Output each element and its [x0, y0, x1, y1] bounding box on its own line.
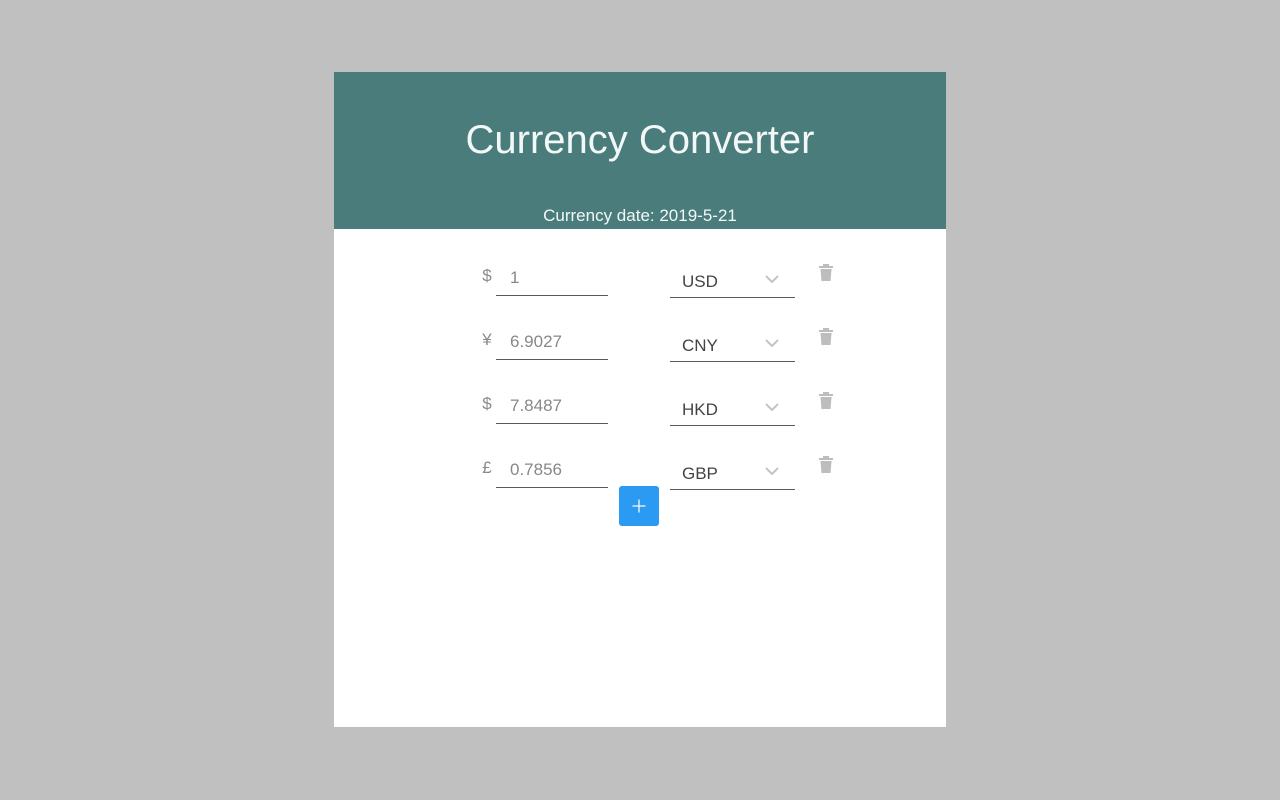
currency-symbol: $	[482, 394, 492, 413]
currency-symbol: £	[482, 458, 492, 477]
currency-select[interactable]: USD	[670, 260, 795, 298]
currency-code: GBP	[682, 464, 718, 483]
chevron-down-icon	[765, 403, 779, 412]
currency-row: $ USD	[334, 246, 946, 300]
currency-symbol: ¥	[482, 330, 492, 349]
page-title: Currency Converter	[465, 118, 815, 162]
trash-icon[interactable]	[818, 456, 834, 474]
currency-code: USD	[682, 272, 718, 291]
currency-date: Currency date: 2019-5-21	[543, 206, 737, 225]
amount-input[interactable]	[496, 452, 608, 488]
chevron-down-icon	[765, 275, 779, 284]
currency-symbol: $	[482, 266, 492, 285]
chevron-down-icon	[765, 339, 779, 348]
currency-code: CNY	[682, 336, 718, 355]
converter-panel: Currency Converter Currency date: 2019-5…	[334, 72, 946, 727]
amount-input[interactable]	[496, 388, 608, 424]
currency-code: HKD	[682, 400, 718, 419]
currency-row: $ HKD	[334, 374, 946, 428]
chevron-down-icon	[765, 467, 779, 476]
trash-icon[interactable]	[818, 328, 834, 346]
add-currency-button[interactable]	[619, 486, 659, 526]
amount-input[interactable]	[496, 324, 608, 360]
currency-select[interactable]: CNY	[670, 324, 795, 362]
currency-select[interactable]: HKD	[670, 388, 795, 426]
plus-icon	[632, 499, 646, 513]
currency-row: ¥ CNY	[334, 310, 946, 364]
currency-select[interactable]: GBP	[670, 452, 795, 490]
amount-input[interactable]	[496, 260, 608, 296]
header: Currency Converter Currency date: 2019-5…	[334, 72, 946, 229]
trash-icon[interactable]	[818, 392, 834, 410]
trash-icon[interactable]	[818, 264, 834, 282]
currency-row: £ GBP	[334, 438, 946, 492]
